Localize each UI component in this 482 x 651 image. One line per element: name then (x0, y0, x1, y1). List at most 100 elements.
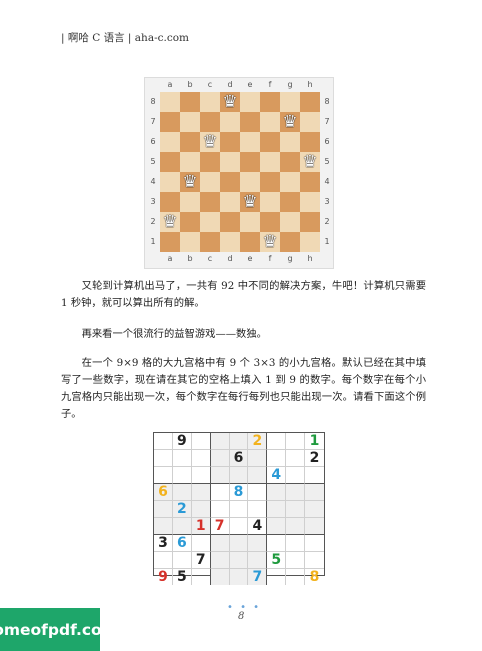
sudoku-cell (305, 552, 324, 569)
sudoku-cell (229, 467, 249, 484)
chess-square (280, 132, 300, 152)
sudoku-cell (154, 433, 173, 450)
chess-square (260, 192, 280, 212)
rank-label-right: 4 (324, 177, 330, 186)
sudoku-grid: 92162468217436759578 (153, 432, 325, 585)
file-label-bottom: g (287, 254, 293, 263)
rank-label-right: 6 (324, 137, 330, 146)
sudoku-cell (267, 501, 287, 518)
sudoku-cell: 7 (210, 518, 230, 535)
sudoku-cell: 3 (154, 535, 173, 552)
sudoku-cell (286, 569, 306, 585)
chess-square (260, 92, 280, 112)
rank-label-right: 1 (324, 237, 330, 246)
chess-square (260, 212, 280, 232)
queen-icon: ♛ (222, 91, 238, 112)
sudoku-cell (229, 518, 249, 535)
sudoku-cell (172, 467, 192, 484)
sudoku-cell (267, 569, 287, 585)
chess-square (280, 92, 300, 112)
chess-square (280, 212, 300, 232)
queen-icon: ♛ (262, 231, 278, 252)
chess-square (260, 112, 280, 132)
chess-square (240, 212, 260, 232)
file-label-top: a (167, 80, 173, 89)
sudoku-cell (172, 484, 192, 501)
chess-square (220, 192, 240, 212)
sudoku-cell (210, 501, 230, 518)
watermark-logo: homeofpdf.com (0, 608, 118, 651)
sudoku-cell (191, 433, 211, 450)
chess-board: ♛ ♛ ♛ ♛ ♛ ♛ ♛ ♛ (160, 92, 320, 252)
paragraph-3: 在一个 9×9 格的大九宫格中有 9 个 3×3 的小九宫格。默认已经在其中填写… (61, 357, 426, 420)
sudoku-cell: 1 (305, 433, 324, 450)
sudoku-cell (154, 501, 173, 518)
chess-square (180, 132, 200, 152)
chess-square (180, 112, 200, 132)
sudoku-cell (210, 535, 230, 552)
chess-square (240, 92, 260, 112)
sudoku-cell (229, 552, 249, 569)
chess-square (160, 232, 180, 252)
chess-square (300, 192, 320, 212)
sudoku-cell (248, 467, 268, 484)
queen-icon: ♛ (302, 151, 318, 172)
sudoku-cell: 5 (267, 552, 287, 569)
sudoku-cell: 6 (229, 450, 249, 467)
sudoku-cell (172, 518, 192, 535)
paragraph-1: 又轮到计算机出马了，一共有 92 中不同的解决方案，牛吧！计算机只需要 1 秒钟… (61, 280, 426, 309)
queen-icon: ♛ (242, 191, 258, 212)
rank-label-right: 8 (324, 97, 330, 106)
chess-square (300, 212, 320, 232)
sudoku-cell (229, 433, 249, 450)
sudoku-cell (267, 535, 287, 552)
sudoku-cell (286, 484, 306, 501)
page-number: 8 (238, 611, 245, 622)
chess-square (200, 112, 220, 132)
rank-label-left: 2 (150, 217, 156, 226)
sudoku-cell: 8 (309, 569, 320, 585)
sudoku-cell (286, 467, 306, 484)
chess-square (300, 232, 320, 252)
sudoku-cell (191, 450, 211, 467)
chess-square (280, 232, 300, 252)
chess-square (200, 172, 220, 192)
sudoku-cell (192, 569, 211, 585)
chess-square: ♛ (160, 212, 180, 232)
rank-label-left: 7 (150, 117, 156, 126)
chess-square (160, 132, 180, 152)
sudoku-cell (305, 535, 324, 552)
sudoku-cell: 4 (248, 518, 268, 535)
sudoku-cell (210, 450, 230, 467)
chess-square (220, 212, 240, 232)
sudoku-cell: 7 (191, 552, 211, 569)
queen-icon: ♛ (182, 171, 198, 192)
chess-square (280, 192, 300, 212)
chess-square (240, 132, 260, 152)
sudoku-cell: 2 (172, 501, 192, 518)
sudoku-cell (210, 552, 230, 569)
sudoku-cell (248, 484, 268, 501)
rank-label-right: 3 (324, 197, 330, 206)
sudoku-cell (229, 501, 249, 518)
chess-square (240, 172, 260, 192)
file-label-bottom: f (268, 254, 272, 263)
chess-square: ♛ (180, 172, 200, 192)
chess-square (180, 232, 200, 252)
sudoku-cell (305, 518, 324, 535)
file-label-top: e (247, 80, 253, 89)
sudoku-cell (191, 467, 211, 484)
sudoku-cell: 8 (229, 484, 249, 501)
file-label-top: f (268, 80, 272, 89)
sudoku-cell (267, 450, 287, 467)
chess-square (220, 132, 240, 152)
chess-square (220, 112, 240, 132)
chess-square (160, 92, 180, 112)
chess-square (280, 152, 300, 172)
file-label-top: d (227, 80, 233, 89)
chess-square (300, 172, 320, 192)
file-label-bottom: d (227, 254, 233, 263)
rank-label-right: 5 (324, 157, 330, 166)
sudoku-cell (286, 518, 306, 535)
sudoku-cell (286, 501, 306, 518)
